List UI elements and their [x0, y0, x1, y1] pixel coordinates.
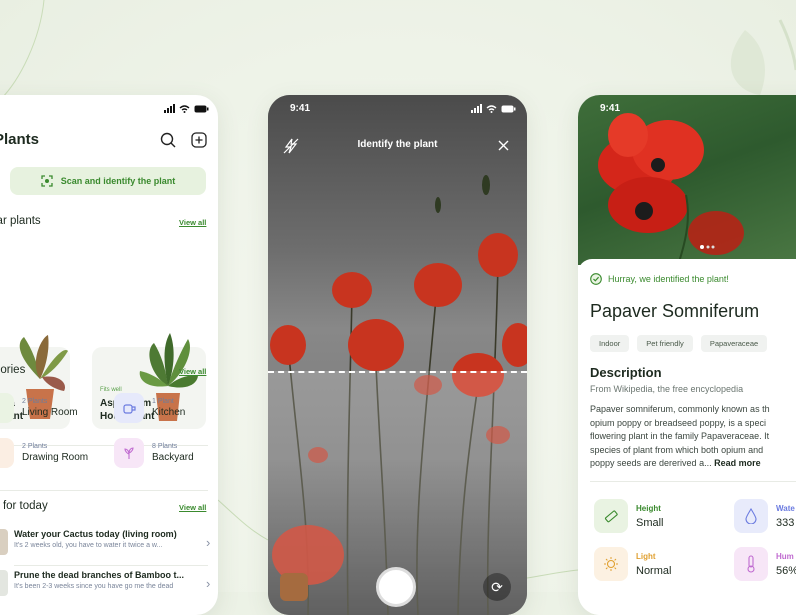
kettle-icon — [114, 393, 144, 423]
stat-label: Light — [636, 551, 656, 561]
category-name: Living Room — [22, 407, 78, 418]
divider — [590, 481, 796, 482]
stat-value: 56% — [776, 564, 796, 577]
tasks-header: s for today — [0, 500, 48, 512]
wifi-icon — [179, 104, 190, 113]
chevron-right-icon: › — [206, 576, 211, 591]
tag-chip: Indoor — [590, 335, 630, 352]
category-count: 2 Plants — [22, 443, 48, 450]
category-count: 1 Plant — [152, 398, 174, 405]
plant-result-screen: 9:41 Hurray, we identified the plant! Pa… — [578, 95, 796, 615]
sofa-icon — [0, 393, 14, 423]
plant-icon — [114, 438, 144, 468]
task-item[interactable]: Prune the dead branches of Bamboo t... I… — [0, 570, 211, 600]
scan-line — [268, 371, 527, 373]
battery-icon — [501, 105, 516, 112]
task-title: Prune the dead branches of Bamboo t... — [14, 570, 185, 580]
category-count: 2 Plants — [22, 398, 48, 405]
battery-icon — [194, 105, 209, 112]
check-circle-icon — [590, 273, 602, 285]
tasks-view-all-link[interactable]: View all — [179, 503, 206, 512]
stat-value: 333 — [776, 516, 795, 529]
popular-plants-header: lar plants — [0, 215, 41, 227]
plant-tags: Indoor Pet friendly Papaveraceae — [590, 335, 768, 352]
scan-button-label: Scan and identify the plant — [60, 176, 176, 186]
status-bar-icons — [471, 104, 516, 113]
category-kitchen[interactable]: 1 Plant Kitchen — [114, 393, 185, 423]
stat-label: Wate — [776, 503, 795, 513]
search-icon[interactable] — [160, 132, 176, 148]
stat-humidity: Hum 56% — [734, 547, 796, 581]
plant-photo — [578, 95, 796, 266]
tag-chip: Pet friendly — [637, 335, 693, 352]
camera-identify-screen: 9:41 Identify the plant ⟳ — [268, 95, 527, 615]
stat-label: Height — [636, 503, 661, 513]
signal-icon — [471, 104, 482, 113]
description-title: Description — [590, 365, 662, 380]
task-thumbnail — [0, 570, 8, 596]
ruler-icon — [594, 499, 628, 533]
plants-home-screen: Plants Scan and identify the plant lar p… — [0, 95, 218, 615]
divider — [0, 490, 208, 491]
stat-value: Small — [636, 516, 664, 529]
status-time: 9:41 — [290, 103, 311, 114]
identified-text: Hurray, we identified the plant! — [608, 274, 729, 284]
identified-banner: Hurray, we identified the plant! — [590, 273, 729, 285]
signal-icon — [164, 104, 175, 113]
category-living-room[interactable]: 2 Plants Living Room — [0, 393, 78, 423]
chevron-right-icon: › — [206, 535, 211, 550]
shutter-button[interactable] — [376, 567, 416, 607]
description-source: From Wikipedia, the free encyclopedia — [590, 384, 744, 394]
description-body: Papaver somniferum, commonly known as th… — [590, 404, 770, 468]
water-drop-icon — [734, 499, 768, 533]
category-drawing-room[interactable]: 2 Plants Drawing Room — [0, 438, 88, 468]
lamp-icon — [0, 438, 14, 468]
add-plant-icon[interactable] — [191, 132, 207, 148]
category-backyard[interactable]: 8 Plants Backyard — [114, 438, 194, 468]
stat-water: Wate 333 — [734, 499, 795, 533]
categories-view-all-link[interactable]: View all — [179, 367, 206, 376]
categories-header: gories — [0, 364, 26, 376]
screen-title: Identify the plant — [357, 139, 438, 150]
stat-value: Normal — [636, 564, 672, 577]
plant-name: Papaver Somniferum — [590, 301, 760, 321]
flip-camera-icon[interactable]: ⟳ — [483, 573, 511, 601]
read-more-link[interactable]: Read more — [714, 458, 761, 468]
gallery-thumbnail[interactable] — [280, 573, 308, 601]
close-icon[interactable] — [498, 140, 509, 151]
category-name: Kitchen — [152, 407, 186, 418]
stat-light: Light Normal — [594, 547, 671, 581]
status-time: 9:41 — [600, 103, 621, 114]
status-bar-icons — [164, 104, 209, 113]
scan-icon — [41, 175, 53, 187]
popular-view-all-link[interactable]: View all — [179, 218, 206, 227]
task-title: Water your Cactus today (living room) — [14, 529, 177, 539]
category-name: Backyard — [152, 452, 194, 463]
stat-height: Height Small — [594, 499, 664, 533]
task-thumbnail — [0, 529, 8, 555]
divider — [14, 565, 208, 566]
sun-icon — [594, 547, 628, 581]
result-sheet: Hurray, we identified the plant! Papaver… — [578, 259, 796, 615]
category-count: 8 Plants — [152, 443, 178, 450]
scan-identify-button[interactable]: Scan and identify the plant — [10, 167, 206, 195]
task-subtitle: It's been 2-3 weeks since you have go me… — [14, 583, 174, 590]
task-subtitle: It's 2 weeks old, you have to water it t… — [14, 542, 163, 549]
category-name: Drawing Room — [22, 452, 89, 463]
task-item[interactable]: Water your Cactus today (living room) It… — [0, 529, 211, 559]
stat-label: Hum — [776, 551, 794, 561]
tag-chip: Papaveraceae — [700, 335, 768, 352]
thermometer-icon — [734, 547, 768, 581]
page-title: Plants — [0, 131, 40, 148]
wifi-icon — [486, 104, 497, 113]
